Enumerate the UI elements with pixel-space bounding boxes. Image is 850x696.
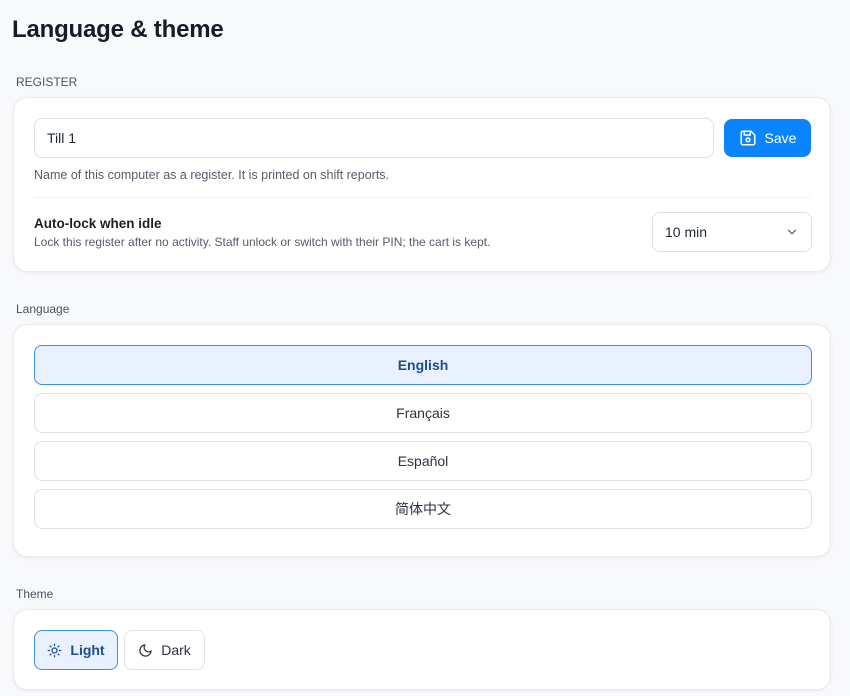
sun-icon [47, 643, 62, 658]
language-option-francais[interactable]: Français [34, 393, 812, 433]
language-option-chinese[interactable]: 简体中文 [34, 489, 812, 529]
moon-icon [138, 643, 153, 658]
save-button[interactable]: Save [724, 119, 811, 157]
language-option-espanol[interactable]: Español [34, 441, 812, 481]
autolock-selected-value: 10 min [665, 224, 708, 240]
theme-light-button[interactable]: Light [34, 630, 118, 670]
register-name-input[interactable] [34, 118, 714, 158]
language-option-english[interactable]: English [34, 345, 812, 385]
autolock-title: Auto-lock when idle [34, 216, 162, 231]
page-title: Language & theme [12, 16, 224, 43]
theme-section-label: Theme [16, 587, 54, 601]
theme-light-label: Light [70, 642, 105, 658]
save-icon [739, 129, 757, 147]
theme-dark-button[interactable]: Dark [124, 630, 205, 670]
register-section-label: REGISTER [16, 75, 78, 89]
theme-card: Light Dark [13, 609, 831, 690]
chevron-down-icon [785, 225, 799, 239]
register-card: Save Name of this computer as a register… [13, 97, 831, 272]
autolock-select[interactable]: 10 min [652, 212, 812, 252]
autolock-description: Lock this register after no activity. St… [34, 235, 491, 249]
divider [34, 197, 810, 198]
language-section-label: Language [16, 302, 70, 316]
register-name-hint: Name of this computer as a register. It … [34, 168, 390, 182]
save-button-label: Save [764, 130, 797, 146]
theme-dark-label: Dark [161, 642, 191, 658]
language-card: English Français Español 简体中文 [13, 324, 831, 557]
